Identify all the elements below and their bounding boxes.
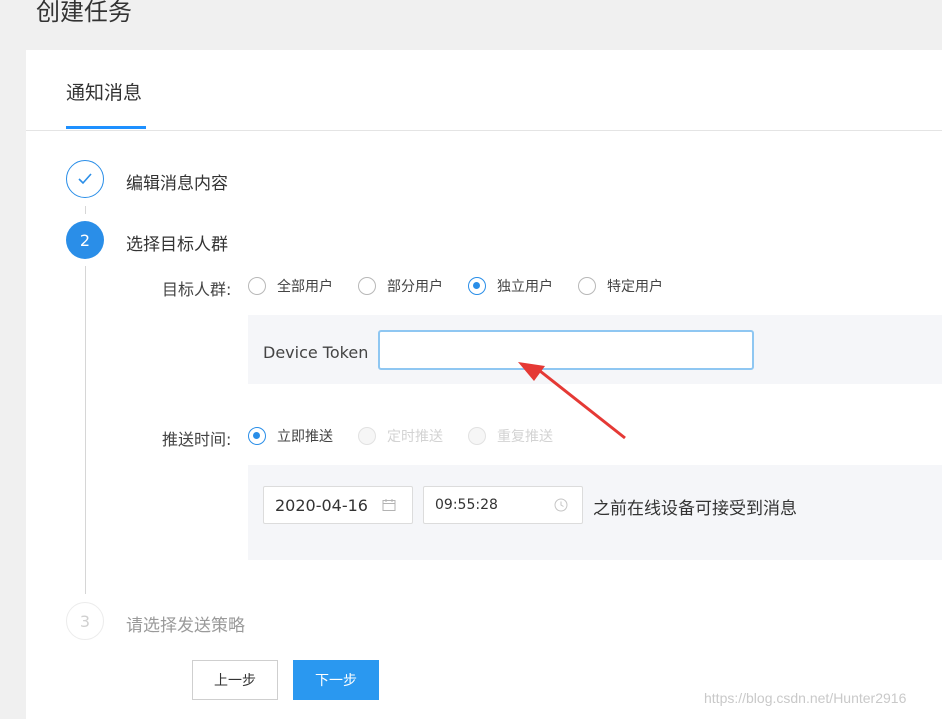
annotation-arrow-icon [518,362,626,440]
watermark: https://blog.csdn.net/Hunter2916 [704,690,907,706]
